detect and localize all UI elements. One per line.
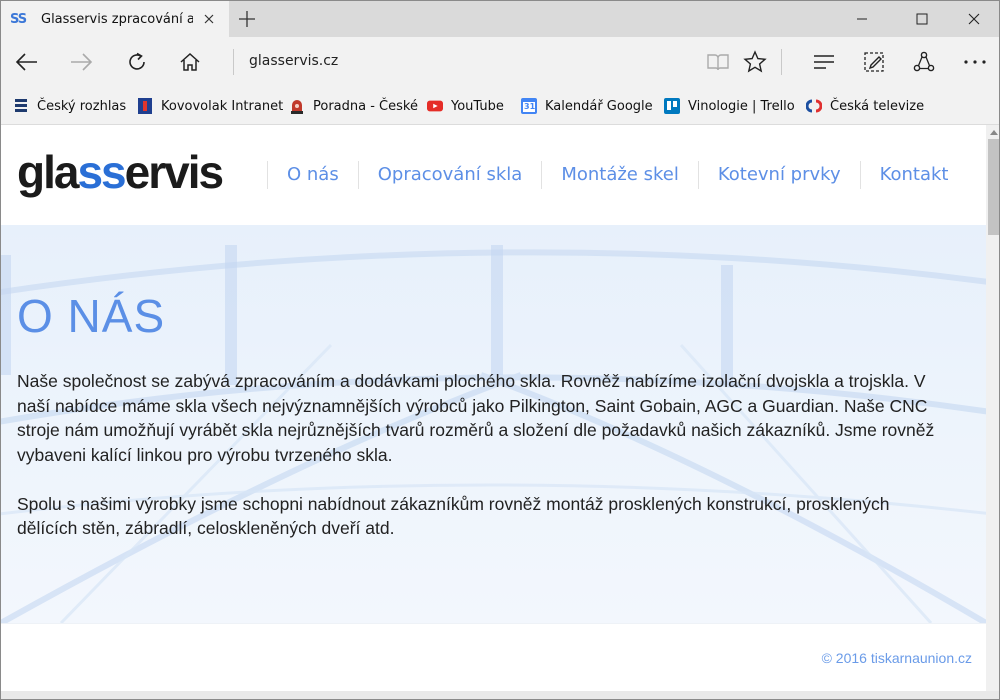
home-icon[interactable]: [176, 48, 204, 76]
favorite-item-cesky-rozhlas[interactable]: Český rozhlas: [13, 97, 126, 115]
about-text: Naše společnost se zabývá zpracováním a …: [17, 369, 947, 541]
favorite-label: Poradna - České: [313, 98, 418, 114]
address-bar[interactable]: glasservis.cz: [249, 53, 338, 69]
calendar-icon: 31: [521, 98, 537, 114]
favorite-label: Kalendář Google: [545, 98, 653, 114]
site-footer: © 2016 tiskarnaunion.cz: [1, 623, 986, 691]
site-favicon-icon: SS: [10, 11, 27, 27]
share-icon[interactable]: [910, 48, 938, 76]
favorite-item-ceska-televize[interactable]: Česká televize: [806, 97, 924, 115]
vertical-scrollbar[interactable]: [986, 125, 999, 691]
favorite-label: Český rozhlas: [37, 98, 127, 114]
favorites-bar: Český rozhlas Kovovolak Intranet Poradna…: [1, 87, 999, 125]
about-paragraph-2: Spolu s našimi výrobky jsme schopni nabí…: [17, 493, 890, 539]
favorite-item-kalendar-google[interactable]: 31 Kalendář Google: [521, 97, 653, 115]
favorite-item-poradna[interactable]: Poradna - České: [289, 97, 418, 115]
hero-section: O NÁS Naše společnost se zabývá zpracová…: [1, 225, 986, 623]
browser-tab[interactable]: SS Glasservis zpracování a: [1, 1, 229, 37]
site-header: glasservis O nás Opracování skla Montáže…: [1, 125, 986, 225]
trello-icon: [664, 98, 680, 114]
about-paragraph-1: Naše společnost se zabývá zpracováním a …: [17, 371, 935, 465]
ceska-televize-icon: [806, 98, 822, 114]
navigation-bar: glasservis.cz: [1, 37, 999, 87]
reading-view-book-icon[interactable]: [704, 48, 732, 76]
copyright-text: © 2016 tiskarnaunion.cz: [821, 650, 972, 666]
hub-menu-icon[interactable]: [810, 48, 838, 76]
back-arrow-icon[interactable]: [13, 48, 41, 76]
favorite-label: Vinologie | Trello: [688, 98, 795, 114]
more-dots-icon[interactable]: [961, 48, 989, 76]
favorite-label: YouTube: [451, 98, 504, 114]
tab-title: Glasservis zpracování a: [41, 11, 193, 27]
web-note-icon[interactable]: [860, 48, 888, 76]
favorite-star-icon[interactable]: [741, 48, 769, 76]
window-bottom-edge: [1, 691, 999, 699]
menu-item-kontakt[interactable]: Kontakt: [859, 161, 968, 189]
menu-item-montaze-skel[interactable]: Montáže skel: [541, 161, 698, 189]
menu-item-o-nas[interactable]: O nás: [267, 161, 358, 189]
favorite-label: Česká televize: [830, 98, 925, 114]
browser-window: SS Glasservis zpracování a glasservis.cz…: [0, 0, 1000, 700]
site-logo[interactable]: glasservis: [17, 145, 224, 199]
window-close-icon[interactable]: [951, 1, 997, 37]
refresh-icon[interactable]: [123, 48, 151, 76]
favorite-item-youtube[interactable]: YouTube: [427, 97, 504, 115]
menu-item-kotevni-prvky[interactable]: Kotevní prvky: [697, 161, 860, 189]
menu-item-opracovani-skla[interactable]: Opracování skla: [357, 161, 542, 189]
calendar-icon-day: 31: [524, 102, 536, 111]
close-icon[interactable]: [201, 11, 217, 27]
cesky-rozhlas-icon: [13, 98, 29, 114]
minimize-icon[interactable]: [839, 1, 885, 37]
scroll-thumb[interactable]: [988, 139, 999, 235]
page-viewport: glasservis O nás Opracování skla Montáže…: [1, 125, 986, 691]
title-bar: SS Glasservis zpracování a: [1, 1, 999, 37]
forward-arrow-icon[interactable]: [67, 48, 95, 76]
poradna-icon: [289, 98, 305, 114]
favorite-item-trello[interactable]: Vinologie | Trello: [664, 97, 795, 115]
maximize-icon[interactable]: [899, 1, 945, 37]
kovovolak-icon: [137, 98, 153, 114]
new-tab-plus-icon[interactable]: [237, 9, 257, 29]
favorite-item-kovovolak[interactable]: Kovovolak Intranet: [137, 97, 283, 115]
page-title: O NÁS: [17, 290, 166, 342]
scroll-up-arrow-icon[interactable]: [986, 125, 999, 139]
main-menu: O nás Opracování skla Montáže skel Kotev…: [267, 161, 968, 189]
favorite-label: Kovovolak Intranet: [161, 98, 284, 114]
youtube-icon: [427, 98, 443, 114]
